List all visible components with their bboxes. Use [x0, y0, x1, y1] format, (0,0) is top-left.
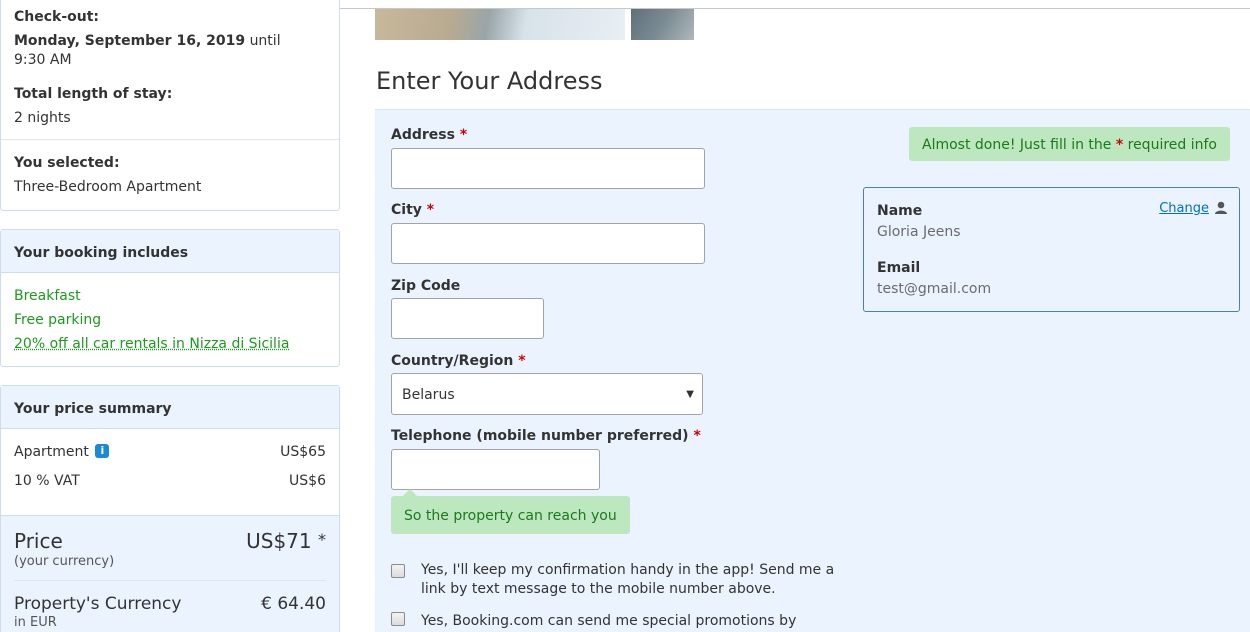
change-guest-link[interactable]: Change: [1159, 201, 1209, 216]
booking-includes-card: Your booking includes Breakfast Free par…: [0, 229, 340, 367]
city-input[interactable]: [391, 223, 705, 264]
almost-done-message: Almost done! Just fill in the * required…: [909, 127, 1230, 161]
property-currency-value: € 64.40: [261, 594, 326, 614]
price-row-value: US$6: [289, 473, 326, 489]
zip-label: Zip Code: [391, 278, 461, 294]
length-of-stay-label: Total length of stay:: [14, 86, 173, 102]
checkout-date: Monday, September 16, 2019: [14, 33, 246, 49]
country-label-text: Country/Region: [391, 353, 514, 369]
promotions-checkbox[interactable]: [391, 612, 405, 626]
almost-done-text: required info: [1127, 137, 1217, 153]
include-parking: Free parking: [14, 312, 102, 328]
price-summary-card: Your price summary Apartment i US$65 10 …: [0, 385, 340, 632]
guest-email-label: Email: [877, 260, 921, 276]
guest-name-label: Name: [877, 203, 923, 219]
price-asterisk: *: [318, 530, 326, 549]
person-icon[interactable]: [1215, 201, 1227, 214]
telephone-label: Telephone (mobile number preferred) *: [391, 428, 701, 444]
stay-details-card: Check-out: Monday, September 16, 2019 un…: [0, 0, 340, 211]
divider: [1, 139, 339, 140]
price-sub: (your currency): [14, 554, 115, 569]
total-price-value: US$71: [246, 529, 312, 553]
country-label: Country/Region *: [391, 353, 526, 369]
guest-info-box: Change Name Gloria Jeens Email test@gmai…: [863, 187, 1240, 312]
guest-name-value: Gloria Jeens: [877, 224, 961, 240]
promotions-text: Yes, Booking.com can send me special pro…: [421, 613, 797, 629]
property-photo[interactable]: [631, 9, 694, 40]
chevron-down-icon: ▼: [686, 389, 694, 400]
telephone-label-text: Telephone (mobile number preferred): [391, 428, 689, 444]
required-mark: *: [426, 202, 435, 218]
property-photo[interactable]: [375, 9, 625, 40]
price-row-value: US$65: [280, 444, 326, 460]
required-mark: *: [459, 127, 468, 143]
price-label: Price: [14, 529, 63, 553]
include-breakfast: Breakfast: [14, 288, 81, 304]
telephone-hint: So the property can reach you: [391, 489, 630, 534]
address-label: Address *: [391, 127, 467, 143]
city-label-text: City: [391, 202, 422, 218]
checkout-label: Check-out:: [14, 9, 100, 25]
total-price-block: Price (your currency) US$71 * Property's…: [1, 515, 339, 632]
property-currency-sub: in EUR: [14, 615, 57, 630]
price-row-label: 10 % VAT: [14, 473, 80, 489]
address-input[interactable]: [391, 148, 705, 189]
checkout-until: until: [249, 33, 281, 49]
required-mark: *: [1115, 137, 1124, 153]
divider: [14, 580, 326, 581]
price-summary-title: Your price summary: [1, 386, 339, 429]
page-title: Enter Your Address: [376, 67, 603, 95]
required-mark: *: [693, 428, 701, 444]
guest-email-value: test@gmail.com: [877, 281, 992, 297]
checkout-datetime: Monday, September 16, 2019 until: [14, 33, 281, 49]
almost-done-text: Almost done! Just fill in the: [922, 137, 1112, 153]
selected-room: Three-Bedroom Apartment: [14, 179, 202, 195]
required-mark: *: [518, 353, 526, 369]
country-selected-value: Belarus: [402, 387, 455, 403]
country-select[interactable]: Belarus ▼: [391, 373, 703, 415]
property-currency-label: Property's Currency: [14, 594, 182, 614]
city-label: City *: [391, 202, 434, 218]
zip-input[interactable]: [391, 298, 544, 339]
telephone-input[interactable]: [391, 449, 600, 490]
info-icon[interactable]: i: [95, 444, 110, 458]
selected-label: You selected:: [14, 155, 120, 171]
confirmation-sms-text: Yes, I'll keep my confirmation handy in …: [421, 562, 835, 597]
total-price: US$71 *: [246, 529, 326, 553]
checkout-time: 9:30 AM: [14, 52, 72, 68]
price-row-apartment: Apartment i: [14, 444, 110, 460]
booking-includes-title: Your booking includes: [1, 230, 339, 273]
address-label-text: Address: [391, 127, 455, 143]
price-row-label: Apartment: [14, 444, 89, 460]
length-of-stay-value: 2 nights: [14, 110, 71, 126]
confirmation-sms-checkbox[interactable]: [391, 564, 405, 578]
include-car-rental-link[interactable]: 20% off all car rentals in Nizza di Sici…: [14, 336, 289, 352]
